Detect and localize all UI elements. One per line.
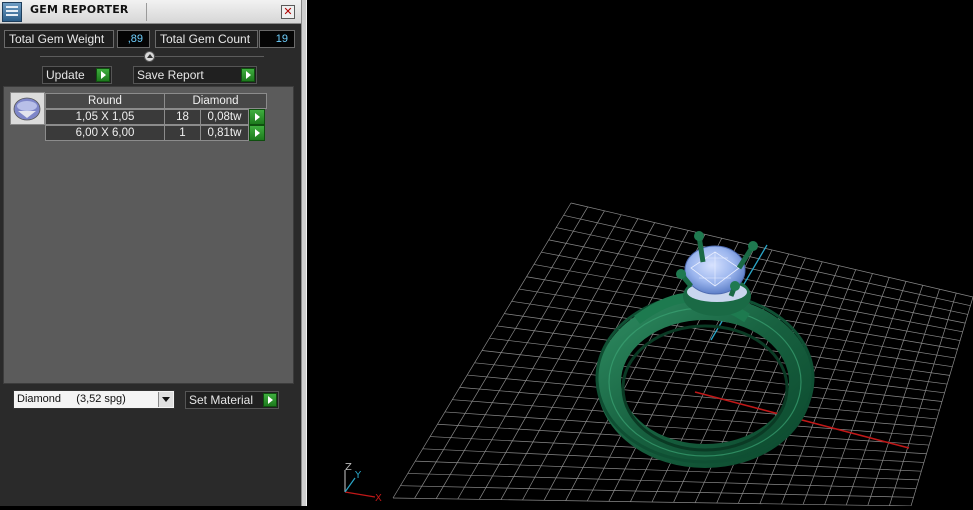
update-button[interactable]: Update [42, 66, 112, 84]
round-diamond-icon [10, 92, 45, 125]
material-select-value: Diamond (3,52 spg) [17, 393, 126, 405]
viewport-canvas: Z Y X [344, 202, 973, 507]
play-arrow-icon [263, 393, 277, 407]
column-header-round: Round [45, 93, 165, 109]
gem-count-cell: 1 [164, 125, 201, 141]
close-icon[interactable]: ✕ [281, 5, 295, 19]
gem-size-cell: 6,00 X 6,00 [45, 125, 165, 141]
chevron-down-icon[interactable] [158, 392, 173, 407]
window-title: GEM REPORTER [30, 3, 129, 16]
gem-count-cell: 18 [164, 109, 201, 125]
row-select-arrow-icon[interactable] [249, 125, 265, 141]
gem-reporter-app-icon [2, 2, 22, 22]
save-report-button-label: Save Report [137, 68, 204, 82]
collapse-icon[interactable] [144, 51, 155, 62]
y-axis-label: Y [354, 470, 362, 481]
x-axis-label: X [375, 493, 382, 504]
gem-weight-cell: 0,81tw [200, 125, 249, 141]
set-material-button-label: Set Material [189, 393, 254, 407]
total-gem-weight-value: ,89 [117, 30, 150, 48]
play-arrow-icon [241, 68, 255, 82]
play-arrow-icon [96, 68, 110, 82]
title-separator [146, 3, 147, 21]
material-select[interactable]: Diamond (3,52 spg) [13, 390, 175, 409]
row-select-arrow-icon[interactable] [249, 109, 265, 125]
total-gem-count-value: 19 [259, 30, 295, 48]
column-header-diamond: Diamond [164, 93, 267, 109]
update-button-label: Update [46, 68, 85, 82]
axis-triad: Z Y X [344, 462, 382, 504]
gem-size-cell: 1,05 X 1,05 [45, 109, 165, 125]
ring-model [595, 231, 815, 468]
set-material-button[interactable]: Set Material [185, 391, 279, 409]
total-gem-weight-label: Total Gem Weight [4, 30, 114, 48]
save-report-button[interactable]: Save Report [133, 66, 257, 84]
3d-viewport[interactable]: Z Y X [307, 0, 973, 507]
title-bar: GEM REPORTER ✕ [0, 0, 301, 24]
gem-reporter-panel: GEM REPORTER ✕ Total Gem Weight ,89 Tota… [0, 0, 301, 506]
z-axis-label: Z [345, 462, 352, 473]
total-gem-count-label: Total Gem Count [155, 30, 258, 48]
gem-weight-cell: 0,08tw [200, 109, 249, 125]
